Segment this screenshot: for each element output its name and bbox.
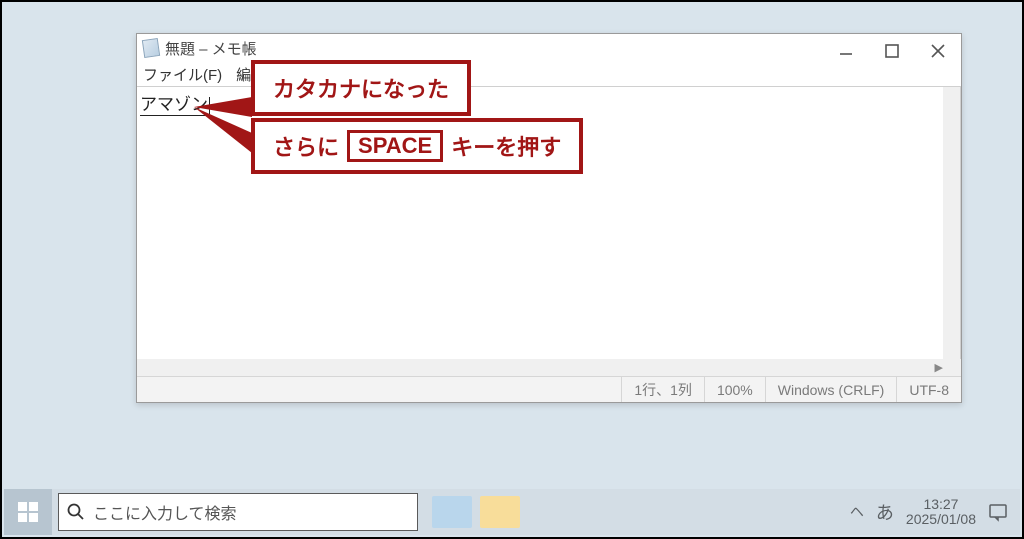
- callout-text-post: キーを押す: [451, 130, 561, 162]
- notifications-icon[interactable]: [988, 502, 1008, 522]
- status-line-ending: Windows (CRLF): [765, 377, 897, 402]
- status-zoom: 100%: [704, 377, 765, 402]
- taskbar-apps: [432, 496, 520, 528]
- editor-content: アマゾン: [140, 90, 210, 116]
- horizontal-scrollbar[interactable]: ▶: [137, 359, 961, 376]
- statusbar: 1行、1列 100% Windows (CRLF) UTF-8: [137, 376, 961, 402]
- taskbar-app-2[interactable]: [480, 496, 520, 528]
- window-title: 無題 – メモ帳: [165, 38, 257, 59]
- clock-time: 13:27: [906, 497, 976, 512]
- callout-space-key: さらに SPACE キーを押す: [251, 118, 583, 174]
- close-button[interactable]: [915, 34, 961, 68]
- system-tray: ヘ あ 13:27 2025/01/08: [850, 497, 1020, 528]
- search-placeholder: ここに入力して検索: [93, 500, 237, 524]
- clock-date: 2025/01/08: [906, 512, 976, 527]
- vertical-scrollbar[interactable]: [943, 87, 960, 359]
- text-cursor: [209, 97, 210, 115]
- clock[interactable]: 13:27 2025/01/08: [906, 497, 976, 528]
- search-box[interactable]: ここに入力して検索: [58, 493, 418, 531]
- tray-overflow-icon[interactable]: ヘ: [850, 502, 864, 522]
- start-button[interactable]: [4, 489, 52, 535]
- menu-file[interactable]: ファイル(F): [143, 64, 222, 85]
- taskbar-app-1[interactable]: [432, 496, 472, 528]
- status-position: 1行、1列: [621, 377, 704, 402]
- maximize-button[interactable]: [869, 34, 915, 68]
- minimize-button[interactable]: [823, 34, 869, 68]
- callout-text: カタカナになった: [273, 72, 449, 104]
- callout-katakana: カタカナになった: [251, 60, 471, 116]
- status-encoding: UTF-8: [896, 377, 961, 402]
- scroll-right-icon[interactable]: ▶: [935, 361, 943, 374]
- document-icon: [142, 38, 160, 58]
- ime-indicator[interactable]: あ: [876, 499, 894, 525]
- key-label: SPACE: [347, 130, 443, 162]
- callout-text-pre: さらに: [273, 130, 339, 162]
- taskbar: ここに入力して検索 ヘ あ 13:27 2025/01/08: [4, 489, 1020, 535]
- windows-icon: [18, 502, 38, 522]
- search-icon: [67, 503, 85, 521]
